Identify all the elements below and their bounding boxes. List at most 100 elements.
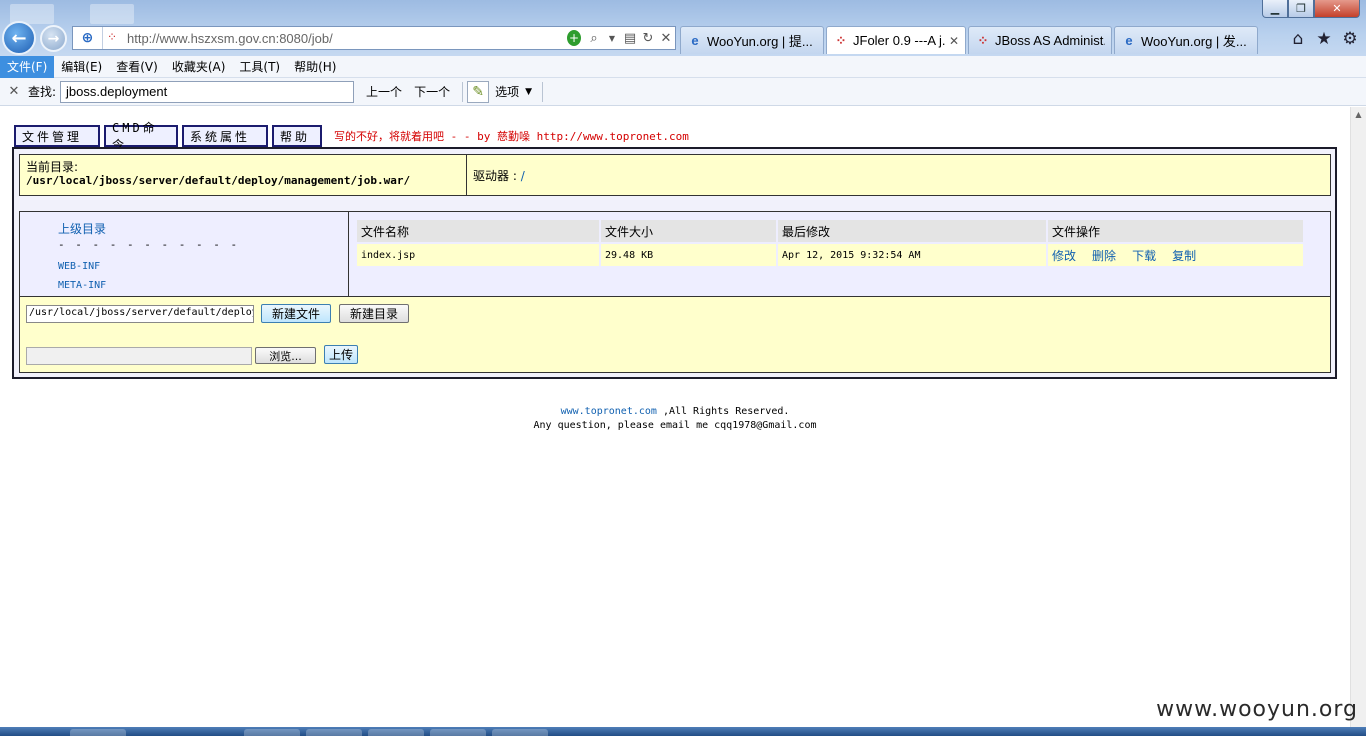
- upload-file-input[interactable]: [26, 347, 252, 365]
- page-viewport: 文件管理 CMD命令 系统属性 帮助 写的不好，将就着用吧 - - by 慈勤噪…: [0, 107, 1350, 727]
- upload-button[interactable]: 上传: [324, 345, 358, 364]
- find-bar: ✕ 查找: jboss.deployment 上一个 下一个 ✎ 选项 ▼: [0, 78, 1366, 106]
- tab-strip: e WooYun.org | 提... ⁘ JFoler 0.9 ---A j.…: [680, 26, 1260, 56]
- edit-file-link[interactable]: 修改: [1052, 249, 1076, 263]
- explorer-row: 上级目录 - - - - - - - - - - - WEB-INF META-…: [19, 211, 1331, 297]
- menu-view[interactable]: 查看(V): [109, 56, 165, 78]
- search-icon[interactable]: ⌕: [585, 28, 603, 48]
- table-header-row: 文件名称 文件大小 最后修改 文件操作: [357, 220, 1303, 242]
- drive-cell: 驱动器 : /: [467, 155, 1330, 195]
- chevron-down-icon[interactable]: ▼: [525, 87, 532, 97]
- jboss-icon: ⁘: [977, 32, 989, 48]
- scroll-up-icon[interactable]: ▲: [1351, 107, 1366, 123]
- browser-titlebar: ▁ ❐ ✕ ← → ⊕ ⁘ http://www.hszxsm.gov.cn:8…: [0, 0, 1366, 58]
- ie-icon: e: [1125, 33, 1133, 48]
- tab-wooyun-1[interactable]: e WooYun.org | 提...: [680, 26, 824, 54]
- close-tab-icon[interactable]: ✕: [949, 34, 959, 48]
- gear-icon[interactable]: ⚙: [1340, 29, 1360, 49]
- tab-title: WooYun.org | 发...: [1141, 34, 1247, 49]
- refresh-icon[interactable]: ↻: [639, 28, 657, 48]
- current-dir-path: /usr/local/jboss/server/default/deploy/m…: [26, 174, 411, 187]
- taskbar-item[interactable]: [244, 729, 300, 736]
- compat-view-icon[interactable]: ▤: [621, 28, 639, 48]
- new-file-button[interactable]: 新建文件: [261, 304, 331, 323]
- file-manager-panel: 当前目录: /usr/local/jboss/server/default/de…: [12, 147, 1337, 379]
- find-input[interactable]: jboss.deployment: [60, 80, 355, 103]
- taskbar-item[interactable]: [368, 729, 424, 736]
- col-header-ops: 文件操作: [1048, 220, 1303, 242]
- page-nav: 文件管理 CMD命令 系统属性 帮助 写的不好，将就着用吧 - - by 慈勤噪…: [14, 121, 689, 152]
- nav-file-manager[interactable]: 文件管理: [14, 125, 100, 147]
- tab-title: JBoss AS Administ...: [995, 33, 1105, 48]
- motto-text: 写的不好，将就着用吧 - - by 慈勤噪 http://www.toprone…: [334, 130, 689, 143]
- nav-help[interactable]: 帮助: [272, 125, 322, 147]
- tab-jfoler[interactable]: ⁘ JFoler 0.9 ---A j... ✕: [826, 26, 966, 54]
- nav-system-props[interactable]: 系统属性: [182, 125, 268, 147]
- dropdown-icon[interactable]: ▼: [603, 28, 621, 48]
- minimize-button[interactable]: ▁: [1262, 0, 1288, 18]
- table-row: index.jsp 29.48 KB Apr 12, 2015 9:32:54 …: [357, 244, 1303, 266]
- close-find-icon[interactable]: ✕: [4, 84, 24, 99]
- site-favicon: ⁘: [107, 30, 118, 44]
- delete-file-link[interactable]: 删除: [1092, 249, 1116, 263]
- maximize-button[interactable]: ❐: [1288, 0, 1314, 18]
- menu-tools[interactable]: 工具(T): [232, 56, 287, 78]
- menu-favorites[interactable]: 收藏夹(A): [165, 56, 233, 78]
- nav-cmd[interactable]: CMD命令: [104, 121, 178, 152]
- address-bar[interactable]: ⊕ ⁘ http://www.hszxsm.gov.cn:8080/job/ +…: [72, 26, 676, 50]
- tab-wooyun-2[interactable]: e WooYun.org | 发...: [1114, 26, 1258, 54]
- col-header-size: 文件大小: [601, 220, 776, 242]
- menu-edit[interactable]: 编辑(E): [54, 56, 109, 78]
- menu-help[interactable]: 帮助(H): [287, 56, 343, 78]
- col-header-name: 文件名称: [357, 220, 599, 242]
- footer-rights: ,All Rights Reserved.: [662, 406, 790, 417]
- highlight-pencil-icon[interactable]: ✎: [467, 80, 490, 103]
- vertical-scrollbar[interactable]: ▲: [1350, 107, 1366, 727]
- find-label: 查找:: [28, 85, 57, 99]
- taskbar-item[interactable]: [70, 729, 126, 736]
- tab-jboss[interactable]: ⁘ JBoss AS Administ...: [968, 26, 1112, 54]
- favorites-star-icon[interactable]: ★: [1314, 29, 1334, 49]
- close-button[interactable]: ✕: [1314, 0, 1360, 18]
- menu-file[interactable]: 文件(F): [0, 55, 55, 78]
- tree-separator: - - - - - - - - - - -: [58, 238, 240, 251]
- drive-label: 驱动器 :: [473, 169, 517, 183]
- file-name[interactable]: index.jsp: [357, 244, 599, 266]
- copy-file-link[interactable]: 复制: [1172, 249, 1196, 263]
- current-dir-label: 当前目录:: [26, 160, 79, 174]
- new-directory-button[interactable]: 新建目录: [339, 304, 409, 323]
- taskbar-item[interactable]: [306, 729, 362, 736]
- folder-link-web-inf[interactable]: WEB-INF: [58, 261, 348, 272]
- url-text[interactable]: http://www.hszxsm.gov.cn:8080/job/: [127, 31, 567, 46]
- window-controls: ▁ ❐ ✕: [1262, 0, 1360, 18]
- file-ops: 修改 删除 下载 复制: [1048, 244, 1303, 266]
- file-size: 29.48 KB: [601, 244, 776, 266]
- tab-title: JFoler 0.9 ---A j...: [853, 33, 945, 48]
- taskbar-item[interactable]: [492, 729, 548, 736]
- folder-link-meta-inf[interactable]: META-INF: [58, 280, 348, 291]
- back-button[interactable]: ←: [2, 21, 36, 55]
- col-header-modified: 最后修改: [778, 220, 1046, 242]
- home-icon[interactable]: ⌂: [1288, 29, 1308, 49]
- file-operations-row: /usr/local/jboss/server/default/deploy/m…: [19, 297, 1331, 373]
- add-on-icon[interactable]: +: [567, 28, 585, 48]
- divider: [462, 81, 464, 102]
- download-file-link[interactable]: 下载: [1132, 249, 1156, 263]
- file-list-cell: 文件名称 文件大小 最后修改 文件操作 index.jsp 29.48 KB A…: [349, 212, 1330, 296]
- stop-icon[interactable]: ✕: [657, 28, 675, 48]
- footer-site-link[interactable]: www.topronet.com: [561, 406, 657, 417]
- tab-title: WooYun.org | 提...: [707, 34, 813, 49]
- page-icon: ⁘: [835, 32, 847, 48]
- new-path-input[interactable]: /usr/local/jboss/server/default/deploy/m…: [26, 305, 254, 323]
- find-options-button[interactable]: 选项: [495, 83, 519, 100]
- ie-icon: e: [691, 33, 699, 48]
- drive-link[interactable]: /: [521, 169, 525, 183]
- add-favorite-icon[interactable]: ⊕: [73, 27, 103, 49]
- forward-button[interactable]: →: [40, 25, 67, 52]
- find-next-button[interactable]: 下一个: [414, 83, 450, 100]
- find-prev-button[interactable]: 上一个: [366, 83, 402, 100]
- parent-dir-link[interactable]: 上级目录: [58, 222, 106, 236]
- taskbar-item[interactable]: [430, 729, 486, 736]
- browse-button[interactable]: 浏览...: [255, 347, 316, 364]
- menu-bar: 文件(F) 编辑(E) 查看(V) 收藏夹(A) 工具(T) 帮助(H): [0, 55, 1366, 78]
